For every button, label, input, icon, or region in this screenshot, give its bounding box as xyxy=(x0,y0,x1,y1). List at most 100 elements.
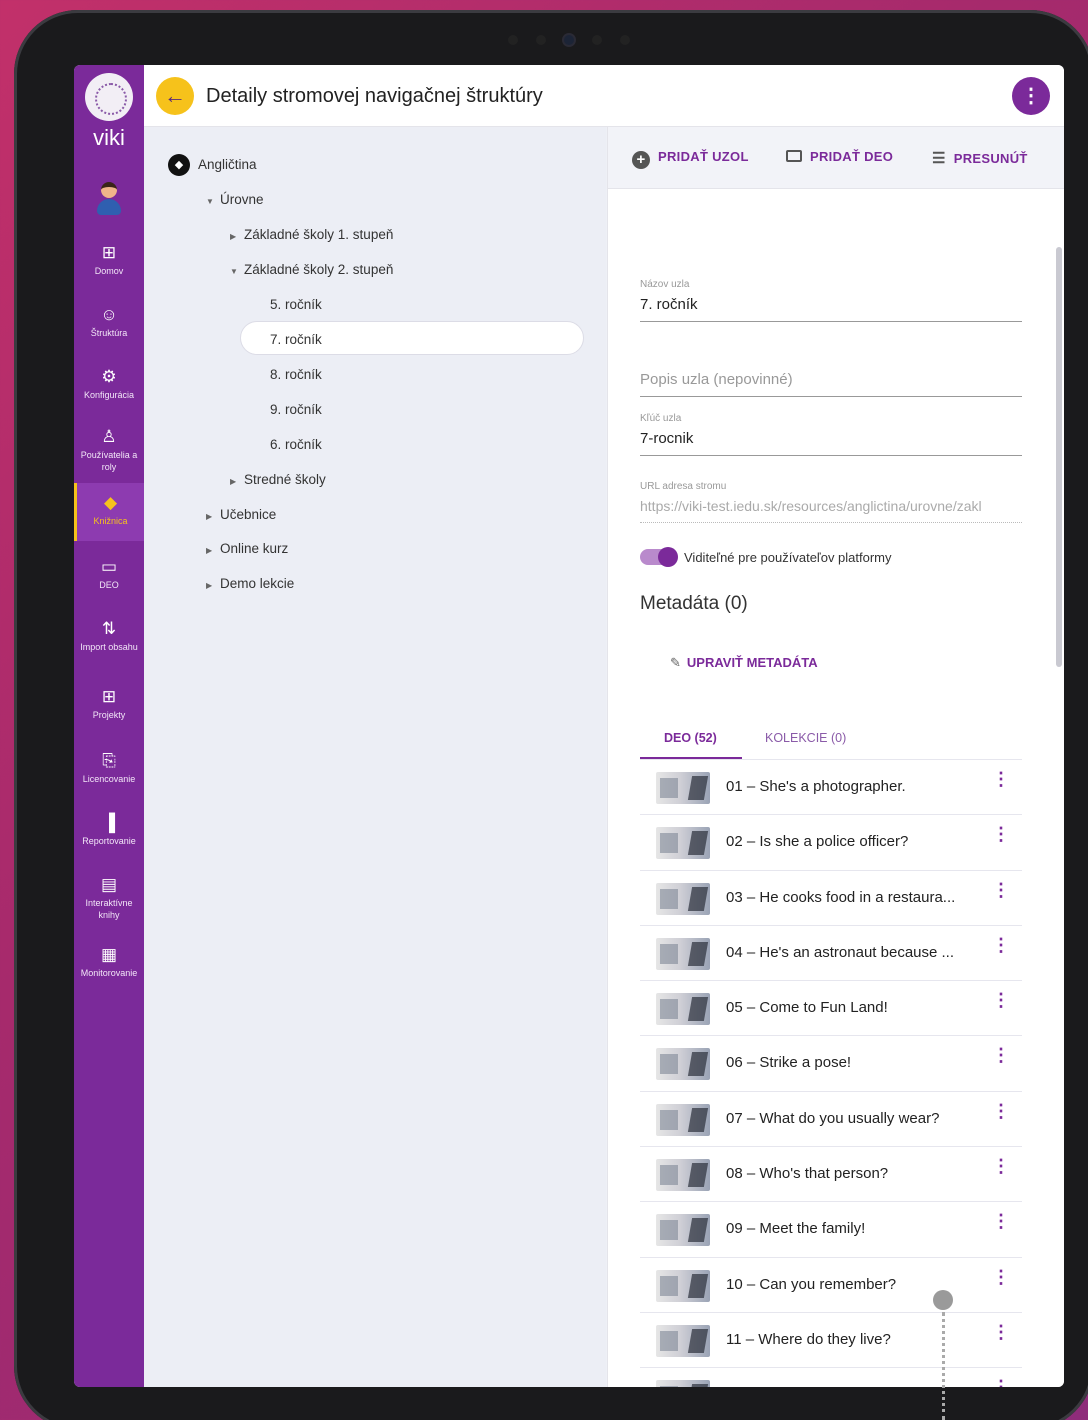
structure-icon: ☺ xyxy=(100,305,118,324)
sidebar-item-4[interactable]: ♙ Používatelia a roly xyxy=(74,427,144,473)
more-vert-icon[interactable]: ⋮ xyxy=(992,991,1010,1009)
list-item[interactable]: 07 – What do you usually wear? ⋮ xyxy=(640,1092,1022,1148)
tree-node[interactable]: 5. ročník xyxy=(270,289,322,321)
tree-node-label: Demo lekcie xyxy=(220,576,295,591)
more-vert-icon[interactable]: ⋮ xyxy=(992,1323,1010,1341)
sidebar-item-12[interactable]: ▦ Monitorovanie xyxy=(74,945,144,979)
gear-icon: ⚙ xyxy=(101,367,117,386)
caret-down-icon[interactable]: ▼ xyxy=(206,186,220,218)
list-item[interactable]: 11 – Where do they live? ⋮ xyxy=(640,1313,1022,1369)
more-vert-icon[interactable]: ⋮ xyxy=(992,1268,1010,1286)
more-vert-icon[interactable]: ⋮ xyxy=(992,1102,1010,1120)
caret-right-icon[interactable]: ▶ xyxy=(230,221,244,253)
list-item[interactable]: 12 – A video postcard! ⋮ xyxy=(640,1368,1022,1387)
node-name-field[interactable]: Názov uzla 7. ročník xyxy=(640,279,1022,322)
sidebar-item-9[interactable]: ⎘ Licencovanie xyxy=(74,751,144,785)
sidebar-item-label: Domov xyxy=(94,266,124,276)
list-item[interactable]: 03 – He cooks food in a restaura... ⋮ xyxy=(640,871,1022,926)
move-icon: ☰ xyxy=(932,150,946,167)
tree-url-field: URL adresa stromu https://viki-test.iedu… xyxy=(640,481,1022,523)
caret-right-icon[interactable]: ▶ xyxy=(206,570,220,602)
sidebar-item-label: Licencovanie xyxy=(82,774,136,784)
app-screen: viki ⊞ Domov ☺ Štruktúra ⚙ Konfigurácia ♙ Použí… xyxy=(74,65,1064,1387)
move-button[interactable]: ☰ PRESUNÚŤ xyxy=(932,149,1028,167)
sidebar: viki ⊞ Domov ☺ Štruktúra ⚙ Konfigurácia ♙ Použí… xyxy=(74,65,144,1387)
sidebar-item-7[interactable]: ⇅ Import obsahu xyxy=(74,619,144,653)
tree-node[interactable]: ▼ Úrovne xyxy=(206,184,264,216)
tree-node-label: Stredné školy xyxy=(244,472,326,487)
caret-right-icon[interactable]: ▶ xyxy=(230,466,244,498)
node-key-field[interactable]: Kľúč uzla 7-rocnik xyxy=(640,413,1022,456)
import-icon: ⇅ xyxy=(101,619,117,638)
thumbnail xyxy=(656,937,710,970)
list-item[interactable]: 05 – Come to Fun Land! ⋮ xyxy=(640,981,1022,1037)
tree-node[interactable]: ▼ Základné školy 2. stupeň xyxy=(230,254,393,286)
sidebar-item-10[interactable]: ▐ Reportovanie xyxy=(74,813,144,847)
thumbnail xyxy=(656,993,710,1026)
list-item[interactable]: 04 – He's an astronaut because ... ⋮ xyxy=(640,926,1022,982)
list-item[interactable]: 01 – She's a photographer. ⋮ xyxy=(640,760,1022,816)
metadata-title: Metadáta (0) xyxy=(640,593,748,614)
deo-title: 03 – He cooks food in a restaura... xyxy=(726,888,956,906)
sidebar-item-label: Reportovanie xyxy=(82,836,136,846)
tree-node[interactable]: 7. ročník xyxy=(270,324,322,356)
tree-node[interactable]: 6. ročník xyxy=(270,429,322,461)
sidebar-item-1[interactable]: ⊞ Domov xyxy=(74,243,144,277)
sidebar-item-3[interactable]: ⚙ Konfigurácia xyxy=(74,367,144,401)
thumbnail xyxy=(656,1048,710,1081)
viki-logo[interactable] xyxy=(85,73,133,121)
list-item[interactable]: 08 – Who's that person? ⋮ xyxy=(640,1147,1022,1203)
tree-root[interactable]: ◆ Angličtina xyxy=(168,149,257,181)
sidebar-item-11[interactable]: ▤ Interaktívne knihy xyxy=(74,875,144,921)
list-item[interactable]: 02 – Is she a police officer? ⋮ xyxy=(640,815,1022,871)
caret-down-icon[interactable]: ▼ xyxy=(230,256,244,288)
visibility-toggle-label: Viditeľné pre používateľov platformy xyxy=(684,550,892,565)
more-vert-icon[interactable]: ⋮ xyxy=(992,1157,1010,1175)
node-detail-panel: + PRIDAŤ UZOL PRIDAŤ DEO ☰ PRESUNÚŤ Názov … xyxy=(607,127,1064,1387)
sidebar-item-6[interactable]: ▭ DEO xyxy=(74,557,144,591)
tree-node[interactable]: 8. ročník xyxy=(270,359,322,391)
more-vert-icon[interactable]: ⋮ xyxy=(992,825,1010,843)
more-vert-icon[interactable]: ⋮ xyxy=(992,1046,1010,1064)
thumbnail xyxy=(656,1214,710,1247)
deo-title: 10 – Can you remember? xyxy=(726,1275,897,1293)
tree-node[interactable]: ▶ Stredné školy xyxy=(230,464,326,496)
visibility-toggle[interactable] xyxy=(640,547,678,567)
tree-node[interactable]: ▶ Demo lekcie xyxy=(206,568,294,600)
tab-deo[interactable]: DEO (52) xyxy=(664,731,717,745)
tree-node[interactable]: 9. ročník xyxy=(270,394,322,426)
thumbnail xyxy=(656,1159,710,1192)
deo-title: 09 – Meet the family! xyxy=(726,1220,866,1238)
tab-kolekcie[interactable]: KOLEKCIE (0) xyxy=(765,731,846,745)
more-vert-icon[interactable]: ⋮ xyxy=(992,1378,1010,1387)
edit-metadata-button[interactable]: ✎ UPRAVIŤ METADÁTA xyxy=(670,655,818,671)
tree-node-label: Online kurz xyxy=(220,541,289,556)
add-deo-button[interactable]: PRIDAŤ DEO xyxy=(786,149,893,164)
sidebar-item-2[interactable]: ☺ Štruktúra xyxy=(74,305,144,339)
caret-right-icon[interactable]: ▶ xyxy=(206,501,220,533)
more-vert-icon[interactable]: ⋮ xyxy=(992,770,1010,788)
bar-chart-icon: ▐ xyxy=(102,813,116,832)
back-arrow-icon[interactable]: ← xyxy=(156,77,194,115)
deo-list: 01 – She's a photographer. ⋮ 02 – Is she a… xyxy=(640,760,1022,1387)
window-icon xyxy=(786,150,802,162)
more-vert-icon[interactable]: ⋮ xyxy=(992,936,1010,954)
add-node-button[interactable]: + PRIDAŤ UZOL xyxy=(632,149,749,169)
deo-title: 01 – She's a photographer. xyxy=(726,778,906,795)
more-options-button[interactable]: ⋮ xyxy=(1012,77,1050,115)
tree-node[interactable]: ▶ Online kurz xyxy=(206,533,288,565)
list-item[interactable]: 10 – Can you remember? ⋮ xyxy=(640,1258,1022,1313)
sidebar-item-8[interactable]: ⊞ Projekty xyxy=(74,687,144,721)
list-item[interactable]: 06 – Strike a pose! ⋮ xyxy=(640,1036,1022,1092)
tree-node[interactable]: ▶ Učebnice xyxy=(206,499,276,531)
caret-right-icon[interactable]: ▶ xyxy=(206,535,220,567)
scrollbar[interactable] xyxy=(1056,247,1062,667)
avatar[interactable] xyxy=(95,182,123,218)
list-item[interactable]: 09 – Meet the family! ⋮ xyxy=(640,1202,1022,1258)
user-icon: ♙ xyxy=(101,427,117,446)
more-vert-icon[interactable]: ⋮ xyxy=(992,1212,1010,1230)
tree-node[interactable]: ▶ Základné školy 1. stupeň xyxy=(230,219,393,251)
sidebar-item-5[interactable]: ◆ Knižnica xyxy=(74,483,144,541)
node-description-field[interactable]: Popis uzla (nepovinné) xyxy=(640,365,1022,397)
more-vert-icon[interactable]: ⋮ xyxy=(992,881,1010,899)
